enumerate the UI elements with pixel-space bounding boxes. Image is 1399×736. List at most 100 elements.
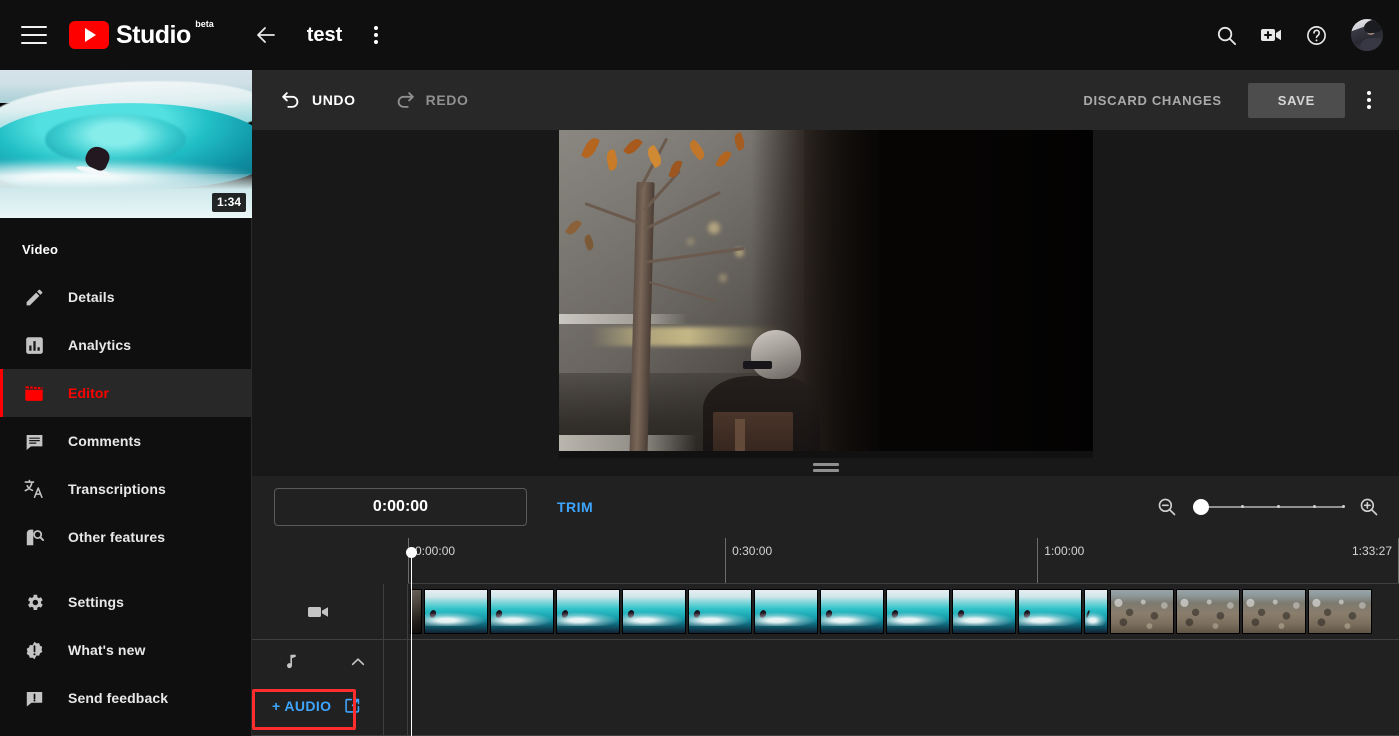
zoom-slider[interactable] (1193, 498, 1345, 516)
playhead[interactable] (406, 547, 417, 736)
gear-icon (22, 590, 46, 614)
zoom-slider-thumb[interactable] (1193, 499, 1209, 515)
clip-frame (622, 589, 686, 634)
translate-icon (22, 477, 46, 501)
zoom-out-icon[interactable] (1155, 495, 1179, 519)
sidebar-item-comments[interactable]: Comments (0, 417, 251, 465)
zoom-slider-tick (1313, 505, 1316, 508)
timecode-input[interactable] (274, 488, 527, 526)
other-features-icon (22, 525, 46, 549)
youtube-play-icon (69, 21, 109, 49)
create-video-icon[interactable] (1257, 21, 1285, 49)
clip-frame (490, 589, 554, 634)
clip-frame (820, 589, 884, 634)
drag-handle-icon (812, 462, 839, 472)
ruler-mark-end: 1:33:27 (1352, 538, 1399, 583)
panel-resize-handle[interactable] (252, 458, 1399, 476)
video-track-lane[interactable] (408, 584, 1399, 639)
undo-label: UNDO (312, 92, 356, 108)
duration-badge: 1:34 (211, 193, 246, 212)
clip-frame (688, 589, 752, 634)
add-audio-button[interactable]: + AUDIO (262, 688, 372, 723)
clapperboard-icon (22, 381, 46, 405)
timeline-panel: TRIM (252, 476, 1399, 736)
sidebar-item-label: Send feedback (68, 690, 169, 706)
sidebar-item-label: Editor (68, 385, 110, 401)
app-body: 1:34 Video Details Analytics Editor Comm… (0, 70, 1399, 736)
clip-frame (1084, 589, 1108, 634)
video-clip[interactable] (410, 589, 1379, 634)
clip-frame (424, 589, 488, 634)
brand-text: Studio beta (116, 19, 214, 49)
hamburger-menu-icon[interactable] (21, 26, 47, 44)
sidebar: 1:34 Video Details Analytics Editor Comm… (0, 70, 252, 736)
analytics-icon (22, 333, 46, 357)
chevron-up-icon[interactable] (347, 651, 369, 673)
video-preview[interactable] (558, 130, 1093, 458)
zoom-slider-track (1193, 506, 1343, 508)
editor-overflow-menu-icon[interactable] (1355, 86, 1383, 114)
video-camera-icon (306, 600, 330, 624)
video-preview-area (252, 130, 1399, 458)
send-feedback-icon (22, 686, 46, 710)
beta-badge: beta (195, 18, 214, 29)
ruler-mark: 1:00:00 (1037, 538, 1084, 583)
playhead-handle[interactable] (406, 547, 417, 558)
clip-frame (1110, 589, 1174, 634)
track-gap (384, 584, 408, 639)
clip-frame (754, 589, 818, 634)
studio-logo[interactable]: Studio beta (69, 19, 214, 49)
sidebar-item-transcriptions[interactable]: Transcriptions (0, 465, 251, 513)
page-title: test (306, 23, 343, 46)
kebab-menu-icon[interactable] (364, 23, 388, 47)
sidebar-item-editor[interactable]: Editor (0, 369, 251, 417)
top-bar: Studio beta test (0, 0, 1399, 70)
audio-track-lane[interactable] (408, 640, 1399, 735)
zoom-controls (1155, 495, 1381, 519)
timeline-body: 0:00:00 0:30:00 1:00:00 1:33:27 + AUDIO (252, 538, 1399, 736)
clip-frame (1308, 589, 1372, 634)
comment-icon (22, 429, 46, 453)
zoom-in-icon[interactable] (1357, 495, 1381, 519)
video-track-header[interactable] (252, 584, 384, 639)
video-track-row (252, 584, 1399, 640)
sidebar-item-label: Transcriptions (68, 481, 166, 497)
timeline-ruler[interactable]: 0:00:00 0:30:00 1:00:00 1:33:27 (408, 538, 1399, 584)
clip-frame (1018, 589, 1082, 634)
sidebar-item-label: Analytics (68, 337, 132, 353)
trim-button[interactable]: TRIM (551, 491, 599, 523)
zoom-slider-tick (1341, 505, 1345, 508)
clip-frame (886, 589, 950, 634)
search-icon[interactable] (1212, 21, 1240, 49)
undo-button[interactable]: UNDO (280, 89, 356, 111)
audio-track-header-top (252, 640, 383, 684)
avatar[interactable] (1351, 19, 1383, 51)
whats-new-icon (22, 638, 46, 662)
sidebar-item-send-feedback[interactable]: Send feedback (0, 674, 251, 722)
sidebar-item-other-features[interactable]: Other features (0, 513, 251, 561)
sidebar-item-whats-new[interactable]: What's new (0, 626, 251, 674)
pencil-icon (22, 285, 46, 309)
sidebar-section-label: Video (22, 242, 59, 257)
redo-button[interactable]: REDO (394, 89, 469, 111)
video-thumbnail[interactable]: 1:34 (0, 70, 252, 218)
sidebar-item-label: Other features (68, 529, 166, 545)
ruler-mark: 0:30:00 (725, 538, 772, 583)
add-audio-wrapper: + AUDIO (252, 684, 383, 730)
discard-changes-button[interactable]: DISCARD CHANGES (1073, 85, 1231, 116)
help-icon[interactable] (1302, 21, 1330, 49)
sidebar-item-analytics[interactable]: Analytics (0, 321, 251, 369)
redo-arrow-icon (394, 89, 416, 111)
save-button[interactable]: SAVE (1247, 82, 1345, 118)
brand-label: Studio (116, 20, 191, 49)
sidebar-item-label: What's new (68, 642, 146, 658)
audio-track-row: + AUDIO (252, 640, 1399, 736)
back-arrow-icon[interactable] (253, 22, 279, 48)
track-gap (384, 640, 408, 735)
clip-frame (1242, 589, 1306, 634)
sidebar-item-details[interactable]: Details (0, 273, 251, 321)
sidebar-item-settings[interactable]: Settings (0, 578, 251, 626)
sidebar-item-label: Comments (68, 433, 142, 449)
undo-arrow-icon (280, 89, 302, 111)
